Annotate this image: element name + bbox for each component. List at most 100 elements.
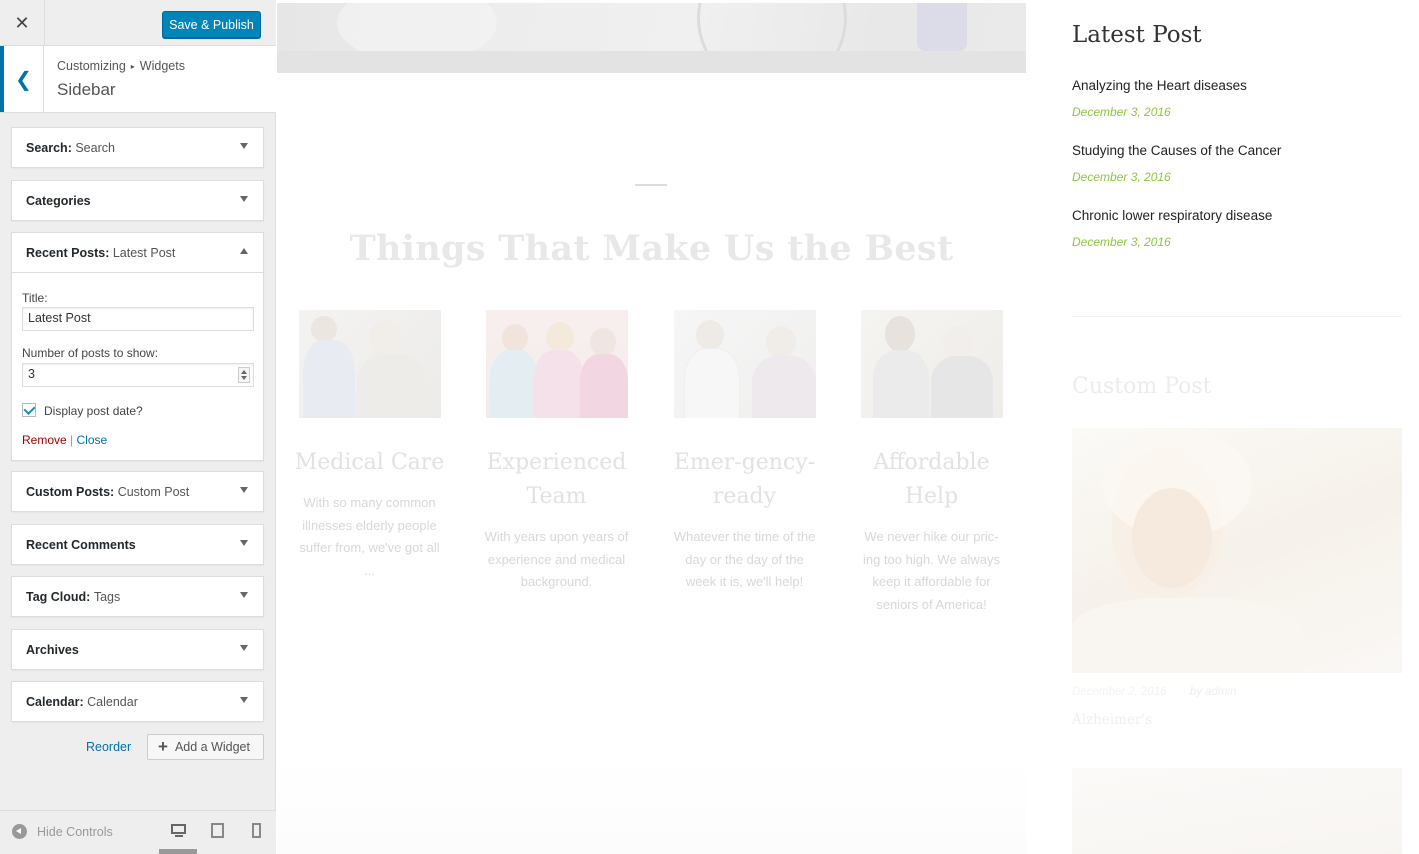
widget-instance-title: Latest Post <box>112 245 176 260</box>
hide-controls-button[interactable]: Hide Controls <box>12 824 113 839</box>
widget-instance-title: Search <box>75 140 115 155</box>
site-preview: Things That Make Us the Best Medical Car… <box>277 0 1419 854</box>
feature-experienced-team: Experienced Team With years upon years o… <box>469 310 644 594</box>
tablet-icon[interactable] <box>210 823 228 839</box>
widget-name: Tag Cloud: <box>26 589 91 604</box>
title-label: Title: <box>22 291 48 305</box>
feature-text: Whatever the time of the day or the day … <box>673 529 816 589</box>
chevron-down-icon[interactable] <box>240 645 248 651</box>
feature-emergency-ready: Emer-gency-ready Whatever the time of th… <box>657 310 832 594</box>
custom-post-image-2 <box>1072 768 1402 854</box>
display-date-checkbox[interactable] <box>22 403 36 417</box>
link-separator: | <box>70 433 74 447</box>
widget-header[interactable]: Archives <box>12 630 263 669</box>
custom-post-author: by admin <box>1189 686 1237 698</box>
widget-search[interactable]: Search: Search <box>11 127 264 168</box>
section-divider <box>635 184 667 186</box>
title-input[interactable]: Latest Post <box>22 307 254 331</box>
custom-post-image <box>1072 428 1402 673</box>
widget-instance-title: Tags <box>93 589 121 604</box>
widget-tag-cloud[interactable]: Tag Cloud: Tags <box>11 576 264 617</box>
chevron-down-icon[interactable] <box>240 697 248 703</box>
widget-name: Recent Comments <box>26 537 136 552</box>
feature-text: We never hike our pric-ing too high. We … <box>862 529 1001 612</box>
mobile-icon[interactable] <box>251 823 269 839</box>
custom-post-title[interactable]: Alzheimer's <box>1072 712 1152 728</box>
post-link[interactable]: Chronic lower respiratory disease <box>1072 208 1272 223</box>
post-link[interactable]: Analyzing the Heart diseases <box>1072 78 1247 93</box>
widget-name: Archives <box>26 642 79 657</box>
back-arrow-icon[interactable]: ❮ <box>0 46 44 112</box>
widget-header[interactable]: Custom Posts: Custom Post <box>12 472 263 511</box>
content-fade <box>277 755 1026 854</box>
close-link[interactable]: Close <box>77 433 108 447</box>
widget-custom-posts[interactable]: Custom Posts: Custom Post <box>11 471 264 512</box>
widget-recent-comments[interactable]: Recent Comments <box>11 524 264 565</box>
breadcrumb: Customizing ▸ Widgets <box>57 59 185 73</box>
breadcrumb-customizing: Customizing <box>57 59 126 73</box>
customizer-footer: Hide Controls <box>0 810 276 854</box>
display-date-label: Display post date? <box>44 404 143 418</box>
desktop-icon[interactable] <box>170 823 188 839</box>
widget-instance-title: Custom Post <box>117 484 190 499</box>
custom-post-heading: Custom Post <box>1072 374 1212 399</box>
spinner-icon[interactable] <box>238 367 250 383</box>
widget-name: Custom Posts: <box>26 484 115 499</box>
add-widget-label: Add a Widget <box>174 740 250 754</box>
close-icon[interactable]: ✕ <box>0 0 45 46</box>
chevron-down-icon[interactable] <box>240 540 248 546</box>
chevron-down-icon[interactable] <box>240 487 248 493</box>
widget-name: Categories <box>26 193 91 208</box>
widget-header[interactable]: Tag Cloud: Tags <box>12 577 263 616</box>
chevron-down-icon[interactable] <box>240 592 248 598</box>
chevron-up-icon[interactable] <box>240 248 248 254</box>
section-heading: Things That Make Us the Best <box>349 228 954 269</box>
remove-link[interactable]: Remove <box>22 433 67 447</box>
hide-controls-label: Hide Controls <box>37 824 113 839</box>
widget-calendar[interactable]: Calendar: Calendar <box>11 681 264 722</box>
post-date: December 3, 2016 <box>1072 235 1171 249</box>
hero-image <box>277 3 1026 73</box>
customizer-sidebar: ✕ Save & Publish ❮ Customizing ▸ Widgets S… <box>0 0 276 854</box>
feature-affordable-help: Affordable Help We never hike our pric-i… <box>844 310 1019 616</box>
latest-post-heading: Latest Post <box>1072 22 1202 48</box>
save-publish-button[interactable]: Save & Publish <box>162 11 261 38</box>
number-of-posts-input[interactable]: 3 <box>22 363 254 387</box>
section-title: Sidebar <box>57 80 116 99</box>
post-date: December 3, 2016 <box>1072 105 1171 119</box>
custom-post-meta: December 2, 2016 by admin <box>1072 686 1237 698</box>
widget-header[interactable]: Recent Comments <box>12 525 263 564</box>
breadcrumb-widgets: Widgets <box>139 59 185 73</box>
feature-text: With years upon years of experience and … <box>484 529 629 589</box>
widget-header[interactable]: Categories <box>12 181 263 220</box>
breadcrumb-separator: ▸ <box>130 62 135 71</box>
feature-photo <box>485 310 628 418</box>
widget-header[interactable]: Recent Posts: Latest Post <box>12 233 263 272</box>
feature-title: Medical Care <box>294 450 445 475</box>
add-widget-button[interactable]: + Add a Widget <box>147 734 264 760</box>
collapse-arrow-icon <box>12 824 27 839</box>
widget-control-actions: Remove | Close <box>22 433 107 447</box>
customizer-header: ✕ Save & Publish <box>0 0 276 46</box>
widget-name: Calendar: <box>26 694 84 709</box>
widget-archives[interactable]: Archives <box>11 629 264 670</box>
feature-photo <box>298 310 441 418</box>
chevron-down-icon[interactable] <box>240 143 248 149</box>
post-link[interactable]: Studying the Causes of the Cancer <box>1072 143 1281 158</box>
feature-text: With so many common illnesses elderly pe… <box>299 495 440 578</box>
widget-instance-title: Calendar <box>87 694 138 709</box>
feature-photo <box>673 310 816 418</box>
reorder-link[interactable]: Reorder <box>86 740 131 754</box>
number-label: Number of posts to show: <box>22 346 159 360</box>
chevron-down-icon[interactable] <box>240 196 248 202</box>
widget-recent-posts[interactable]: Recent Posts: Latest Post Title: Latest … <box>11 232 264 461</box>
widget-header[interactable]: Calendar: Calendar <box>12 682 263 721</box>
feature-title: Experienced Team <box>486 450 627 509</box>
widget-categories[interactable]: Categories <box>11 180 264 221</box>
custom-post-date: December 2, 2016 <box>1072 686 1167 698</box>
active-device-indicator <box>159 849 197 854</box>
number-value: 3 <box>28 367 35 381</box>
widget-header[interactable]: Search: Search <box>12 128 263 167</box>
section-title-panel: ❮ Customizing ▸ Widgets Sidebar <box>0 46 276 113</box>
sidebar-divider <box>1072 316 1402 317</box>
